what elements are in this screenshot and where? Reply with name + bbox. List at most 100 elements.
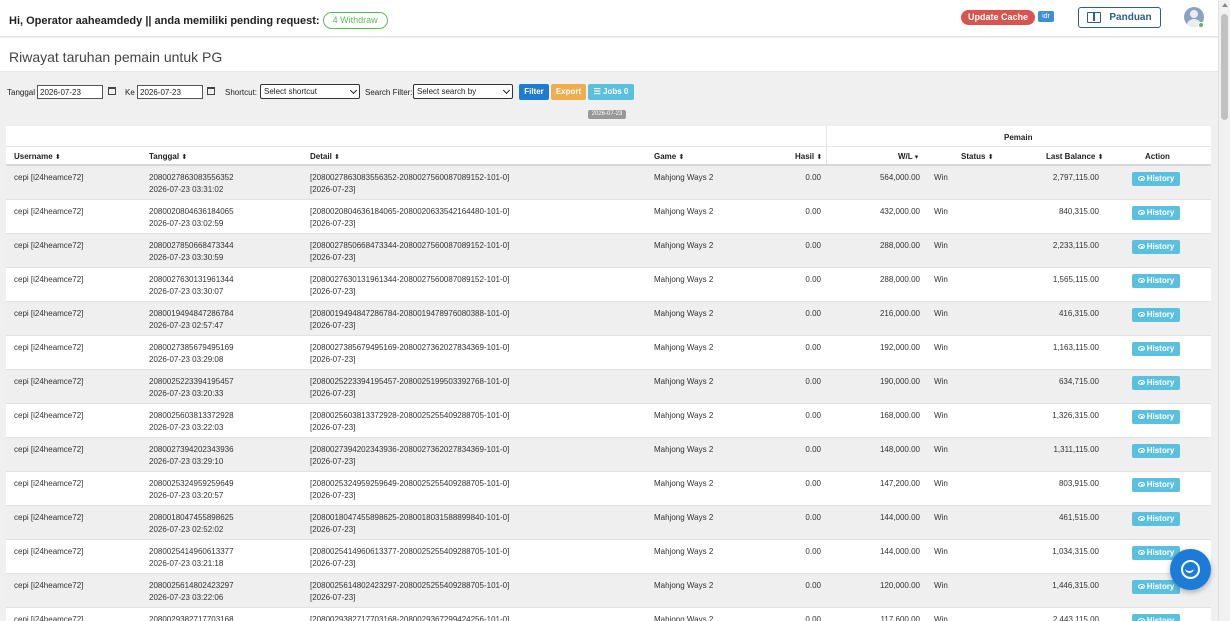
cell-username: cepi [i24heamce72]	[14, 615, 84, 621]
col-username[interactable]: Username ⬍	[14, 152, 61, 161]
col-last-balance[interactable]: Last Balance ⬍	[1046, 152, 1103, 161]
cell-bet-time: 2026-07-23 02:57:47	[149, 321, 224, 330]
eye-icon	[1137, 244, 1145, 249]
col-wl[interactable]: W/L ▾	[898, 152, 918, 161]
cell-bet-time: 2026-07-23 03:02:59	[149, 219, 224, 228]
history-button[interactable]: History	[1132, 342, 1180, 356]
table-row: cepi [i24heamce72] 2080025324959259649 202…	[6, 472, 1211, 506]
pending-withdraw-pill[interactable]: 4 Withdraw	[322, 12, 388, 29]
page-scrollbar[interactable]	[1218, 0, 1230, 621]
page-header: Riwayat taruhan pemain untuk PG	[0, 38, 1218, 72]
col-status[interactable]: Status ⬍	[961, 152, 994, 161]
calendar-icon[interactable]	[108, 87, 116, 95]
search-select-value: Select search by	[417, 87, 477, 96]
history-button[interactable]: History	[1132, 308, 1180, 322]
calendar-icon[interactable]	[207, 87, 215, 95]
cell-username: cepi [i24heamce72]	[14, 445, 84, 454]
cell-detail-text: [2080019494847286784-2080019478976080388…	[310, 309, 510, 318]
cell-username: cepi [i24heamce72]	[14, 513, 84, 522]
cell-detail-text: [2080027394202343936-2080027362027834369…	[310, 445, 510, 454]
cell-detail-date: [2026-07-23]	[310, 559, 356, 568]
col-game[interactable]: Game ⬍	[654, 152, 684, 161]
cell-status: Win	[934, 275, 948, 284]
cell-detail: [2080027850668473344-2080027560087089152…	[310, 240, 509, 264]
history-button[interactable]: History	[1132, 478, 1180, 492]
cell-detail: [2080018047455898625-2080018031588899840…	[310, 512, 509, 536]
live-chat-button[interactable]	[1170, 549, 1211, 590]
update-cache-button[interactable]: Update Cache	[961, 10, 1035, 25]
cell-status: Win	[934, 547, 948, 556]
history-button[interactable]: History	[1132, 444, 1180, 458]
tanggal-end-input[interactable]: 2026-07-23	[137, 85, 203, 99]
date-chip: 2026-07-23	[588, 110, 626, 119]
history-button[interactable]: History	[1132, 240, 1180, 254]
list-icon: ☰	[593, 87, 601, 96]
cell-detail-text: [2080027630131961344-2080027560087089152…	[310, 275, 510, 284]
panduan-button[interactable]: Panduan	[1078, 7, 1161, 28]
cell-game: Mahjong Ways 2	[654, 479, 714, 488]
cell-detail-text: [2080029382717703168-2080029367299424256…	[310, 615, 510, 621]
col-detail[interactable]: Detail ⬍	[310, 152, 340, 161]
jobs-button[interactable]: ☰ Jobs 0	[588, 84, 634, 100]
cell-status: Win	[934, 309, 948, 318]
cell-detail-date: [2026-07-23]	[310, 525, 356, 534]
history-button[interactable]: History	[1132, 376, 1180, 390]
cell-username: cepi [i24heamce72]	[14, 377, 84, 386]
cell-tanggal: 2080027863083556352 2026-07-23 03:31:02	[149, 172, 234, 196]
cell-bet-time: 2026-07-23 03:29:10	[149, 457, 224, 466]
export-button[interactable]: Export	[551, 84, 586, 100]
filter-button[interactable]: Filter	[519, 84, 549, 100]
scrollbar-thumb[interactable]	[1221, 14, 1228, 120]
cell-last-balance: 1,034,315.00	[1052, 547, 1099, 556]
cell-bet-id: 2080025603813372928	[149, 411, 234, 420]
eye-icon	[1137, 550, 1145, 555]
cell-bet-time: 2026-07-23 03:22:06	[149, 593, 224, 602]
cell-bet-id: 2080020804636184065	[149, 207, 234, 216]
shortcut-select[interactable]: Select shortcut	[260, 84, 360, 99]
cell-bet-time: 2026-07-23 03:20:33	[149, 389, 224, 398]
history-button[interactable]: History	[1132, 512, 1180, 526]
col-tanggal[interactable]: Tanggal ⬍	[149, 152, 187, 161]
history-button[interactable]: History	[1132, 410, 1180, 424]
page-title: Riwayat taruhan pemain untuk PG	[9, 49, 223, 65]
cell-detail-text: [2080025603813372928-2080025255409288705…	[310, 411, 510, 420]
cell-wl: 144,000.00	[879, 513, 920, 522]
cell-status: Win	[934, 173, 948, 182]
cell-last-balance: 840,315.00	[1058, 207, 1099, 216]
cell-bet-id: 2080025614802423297	[149, 581, 234, 590]
history-button[interactable]: History	[1132, 206, 1180, 220]
eye-icon	[1137, 176, 1145, 181]
cell-last-balance: 1,565,115.00	[1052, 275, 1099, 284]
cell-wl: 190,000.00	[879, 377, 920, 386]
history-button[interactable]: History	[1132, 274, 1180, 288]
cell-detail-text: [2080018047455898625-2080018031588899840…	[310, 513, 510, 522]
cell-detail-text: [2080025614802423297-2080025255409288705…	[310, 581, 510, 590]
cell-username: cepi [i24heamce72]	[14, 241, 84, 250]
cell-bet-id: 2080027850668473344	[149, 241, 234, 250]
cell-detail: [2080025324959259649-2080025255409288705…	[310, 478, 509, 502]
cell-hasil: 0.00	[805, 479, 821, 488]
search-filter-select[interactable]: Select search by	[413, 84, 513, 99]
cell-detail-date: [2026-07-23]	[310, 253, 356, 262]
history-button[interactable]: History	[1132, 580, 1180, 594]
table-row: cepi [i24heamce72] 2080027850668473344 202…	[6, 234, 1211, 268]
cell-game: Mahjong Ways 2	[654, 377, 714, 386]
table-row: cepi [i24heamce72] 2080027394202343936 202…	[6, 438, 1211, 472]
scroll-up-icon[interactable]	[1222, 3, 1228, 7]
history-button[interactable]: History	[1132, 172, 1180, 186]
col-hasil[interactable]: Hasil ⬍	[795, 152, 822, 161]
history-button[interactable]: History	[1132, 614, 1180, 621]
cell-detail: [2080025414960613377-2080025255409288705…	[310, 546, 509, 570]
cell-detail-text: [2080020804636184065-2080020633542164480…	[310, 207, 510, 216]
cell-detail-date: [2026-07-23]	[310, 185, 356, 194]
cell-bet-id: 2080025324959259649	[149, 479, 234, 488]
cell-detail: [2080025614802423297-2080025255409288705…	[310, 580, 509, 604]
cell-last-balance: 461,515.00	[1058, 513, 1099, 522]
cell-last-balance: 2,233,115.00	[1052, 241, 1099, 250]
cell-detail-date: [2026-07-23]	[310, 457, 356, 466]
cell-last-balance: 2,797,115.00	[1052, 173, 1099, 182]
tanggal-start-input[interactable]: 2026-07-23	[37, 85, 103, 99]
history-label: History	[1146, 548, 1175, 557]
cell-status: Win	[934, 411, 948, 420]
table-row: cepi [i24heamce72] 2080025603813372928 202…	[6, 404, 1211, 438]
